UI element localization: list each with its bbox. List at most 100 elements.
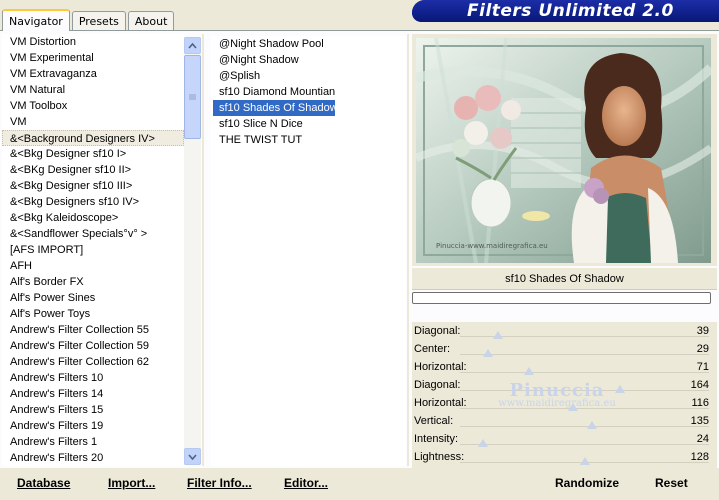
banner-title: Filters Unlimited 2.0 — [467, 1, 674, 21]
filter-list[interactable]: @Night Shadow Pool @Night Shadow @Splish sf… — [211, 36, 406, 466]
category-item[interactable]: Andrew's Filters 19 — [2, 418, 184, 434]
slider-track[interactable] — [460, 426, 709, 427]
category-item[interactable]: Andrew's Filters 15 — [2, 402, 184, 418]
tab-navigator[interactable]: Navigator — [2, 9, 70, 31]
slider-label: Center: — [414, 343, 451, 355]
category-item[interactable]: &<Bkg Designers sf10 IV> — [2, 194, 184, 210]
reset-button[interactable]: Reset — [655, 476, 688, 490]
slider-value: 164 — [690, 379, 709, 391]
slider-thumb[interactable] — [483, 349, 494, 357]
slider-row[interactable]: Diagonal: 164 — [412, 376, 717, 394]
filter-item[interactable]: sf10 Shades Of Shadow — [213, 100, 338, 116]
divider — [202, 34, 204, 466]
category-item[interactable]: VM Distortion — [2, 34, 184, 50]
slider-row[interactable]: Intensity: 24 — [412, 430, 717, 448]
category-item[interactable]: VM Natural — [2, 82, 184, 98]
grip-icon — [189, 94, 196, 100]
tab-about[interactable]: About — [127, 11, 175, 30]
filter-name-label: sf10 Shades Of Shadow — [505, 272, 624, 285]
category-item[interactable]: &<BKg Designer sf10 II> — [2, 162, 184, 178]
slider-row[interactable]: Lightness: 128 — [412, 448, 717, 466]
slider-value: 128 — [690, 451, 709, 463]
slider-thumb[interactable] — [493, 331, 504, 339]
chevron-down-icon — [188, 453, 197, 460]
category-item[interactable]: Andrew's Filter Collection 55 — [2, 322, 184, 338]
parameter-sliders: Diagonal: 39 Center: 29 Horizontal: 71 Diagona… — [412, 322, 717, 468]
category-item[interactable]: &<Bkg Designer sf10 III> — [2, 178, 184, 194]
preview-picture: Pinuccia-www.maidiregrafica.eu — [416, 38, 711, 263]
slider-value: 39 — [696, 325, 709, 337]
selected-filter-name: sf10 Shades Of Shadow — [412, 268, 717, 290]
filter-item[interactable]: @Splish — [213, 68, 406, 84]
slider-track[interactable] — [460, 408, 709, 409]
category-item[interactable]: &<Background Designers IV> — [2, 130, 184, 146]
slider-label: Diagonal: — [414, 379, 461, 391]
category-item[interactable]: [AFS IMPORT] — [2, 242, 184, 258]
slider-label: Horizontal: — [414, 397, 467, 409]
bottom-toolbar: Database Import... Filter Info... Editor… — [0, 468, 719, 500]
category-item[interactable]: VM Extravaganza — [2, 66, 184, 82]
slider-track[interactable] — [460, 354, 709, 355]
filter-item[interactable]: @Night Shadow Pool — [213, 36, 406, 52]
category-item[interactable]: Andrew's Filters 20 — [2, 450, 184, 466]
category-item[interactable]: Andrew's Filters 14 — [2, 386, 184, 402]
category-list[interactable]: VM Distortion VM Experimental VM Extravaga… — [2, 34, 184, 466]
category-item[interactable]: VM Experimental — [2, 50, 184, 66]
category-item[interactable]: &<Bkg Designer sf10 I> — [2, 146, 184, 162]
category-item[interactable]: Andrew's Filters 10 — [2, 370, 184, 386]
slider-value: 71 — [696, 361, 709, 373]
slider-thumb[interactable] — [579, 457, 590, 465]
category-item[interactable]: AFH — [2, 258, 184, 274]
slider-row[interactable]: Horizontal: 116 — [412, 394, 717, 412]
filter-item[interactable]: THE TWIST TUT — [213, 132, 406, 148]
slider-row[interactable]: Horizontal: 71 — [412, 358, 717, 376]
tab-presets[interactable]: Presets — [71, 11, 126, 30]
divider — [407, 34, 409, 466]
tab-bar: Navigator Presets About — [0, 0, 176, 31]
category-scrollbar[interactable] — [184, 37, 201, 465]
category-item[interactable]: Andrew's Filters 1 — [2, 434, 184, 450]
filter-item[interactable]: sf10 Slice N Dice — [213, 116, 406, 132]
slider-thumb[interactable] — [568, 403, 579, 411]
slider-thumb[interactable] — [524, 367, 535, 375]
category-item[interactable]: Andrew's Filter Collection 62 — [2, 354, 184, 370]
slider-thumb[interactable] — [615, 385, 626, 393]
category-item[interactable]: &<Sandflower Specials°v° > — [2, 226, 184, 242]
slider-label: Intensity: — [414, 433, 459, 445]
category-item[interactable]: Alf's Power Sines — [2, 290, 184, 306]
category-item[interactable]: Alf's Power Toys — [2, 306, 184, 322]
scroll-thumb[interactable] — [184, 55, 201, 139]
editor-button[interactable]: Editor... — [284, 476, 328, 490]
import-button[interactable]: Import... — [108, 476, 155, 490]
filter-item[interactable]: @Night Shadow — [213, 52, 406, 68]
category-item[interactable]: Andrew's Filter Collection 59 — [2, 338, 184, 354]
progress-bar — [412, 292, 711, 304]
slider-track[interactable] — [460, 444, 709, 445]
slider-row[interactable]: Center: 29 — [412, 340, 717, 358]
slider-value: 29 — [696, 343, 709, 355]
slider-label: Diagonal: — [414, 325, 461, 337]
slider-row[interactable]: Vertical: 135 — [412, 412, 717, 430]
chevron-up-icon — [188, 42, 197, 49]
slider-value: 135 — [690, 415, 709, 427]
database-button[interactable]: Database — [17, 476, 70, 490]
slider-value: 24 — [696, 433, 709, 445]
slider-value: 116 — [691, 397, 709, 409]
category-item[interactable]: Alf's Border FX — [2, 274, 184, 290]
scroll-up-button[interactable] — [184, 37, 201, 54]
slider-track[interactable] — [460, 372, 709, 373]
slider-thumb[interactable] — [586, 421, 597, 429]
filter-item[interactable]: sf10 Diamond Mountian — [213, 84, 406, 100]
category-item[interactable]: VM — [2, 114, 184, 130]
scroll-down-button[interactable] — [184, 448, 201, 465]
category-item[interactable]: &<Bkg Kaleidoscope> — [2, 210, 184, 226]
slider-label: Lightness: — [414, 451, 465, 463]
slider-row[interactable]: Diagonal: 39 — [412, 322, 717, 340]
filter-info-button[interactable]: Filter Info... — [187, 476, 252, 490]
category-item[interactable]: VM Toolbox — [2, 98, 184, 114]
randomize-button[interactable]: Randomize — [555, 476, 619, 490]
slider-label: Horizontal: — [414, 361, 467, 373]
slider-thumb[interactable] — [478, 439, 489, 447]
slider-track[interactable] — [460, 390, 709, 391]
image-caption: Pinuccia-www.maidiregrafica.eu — [436, 242, 548, 250]
